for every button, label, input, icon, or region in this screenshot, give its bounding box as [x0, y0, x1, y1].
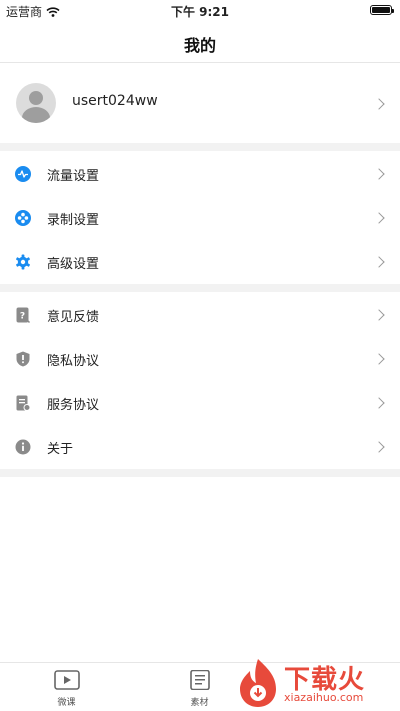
- gear-icon: [16, 254, 30, 270]
- chevron-right-icon: [373, 353, 385, 365]
- avatar-body: [22, 107, 50, 123]
- section-divider: [0, 469, 400, 477]
- avatar: [16, 83, 56, 123]
- info-icon: [15, 439, 31, 455]
- menu-item-label: 录制设置: [47, 213, 100, 228]
- chevron-right-icon: [373, 441, 385, 453]
- profile-row[interactable]: usert024ww: [0, 63, 400, 143]
- tab-micro-course[interactable]: 微课: [0, 663, 133, 711]
- privacy-shield-icon: [16, 351, 30, 367]
- menu-item-label: 意见反馈: [47, 310, 100, 325]
- chevron-right-icon: [373, 212, 385, 224]
- chevron-right-icon: [373, 168, 385, 180]
- traffic-icon: [15, 166, 31, 182]
- feedback-icon: ?: [16, 307, 31, 323]
- record-icon: [15, 210, 31, 226]
- menu-item-label: 高级设置: [47, 257, 100, 272]
- avatar-head: [29, 91, 43, 105]
- menu-item-record-settings[interactable]: 录制设置: [0, 196, 400, 240]
- menu-item-label: 服务协议: [47, 398, 100, 413]
- chevron-right-icon: [373, 98, 385, 110]
- nav-bar: 我的: [0, 22, 400, 63]
- menu-item-label: 关于: [47, 442, 74, 457]
- section-divider: [0, 284, 400, 292]
- username: usert024ww: [72, 93, 158, 109]
- menu-item-about[interactable]: 关于: [0, 425, 400, 469]
- menu-item-label: 隐私协议: [47, 354, 100, 369]
- svg-text:?: ?: [20, 312, 25, 322]
- chevron-right-icon: [373, 309, 385, 321]
- material-icon: [190, 670, 210, 690]
- battery-icon: [370, 5, 394, 15]
- status-bar: 运营商 下午 9:21: [0, 0, 400, 22]
- menu-item-service-agreement[interactable]: 服务协议: [0, 381, 400, 425]
- watermark: 下载火 xiazaihuo.com: [236, 655, 400, 710]
- menu-item-label: 流量设置: [47, 169, 100, 184]
- tab-label: 微课: [57, 698, 76, 708]
- video-icon: [54, 670, 80, 690]
- service-doc-icon: [16, 395, 31, 411]
- page-title: 我的: [183, 36, 216, 55]
- status-time: 下午 9:21: [170, 5, 230, 19]
- watermark-url: xiazaihuo.com: [284, 691, 364, 704]
- menu-item-privacy-policy[interactable]: 隐私协议: [0, 337, 400, 381]
- menu-item-advanced-settings[interactable]: 高级设置: [0, 240, 400, 284]
- flame-logo-icon: [240, 659, 276, 707]
- chevron-right-icon: [373, 256, 385, 268]
- section-divider: [0, 143, 400, 151]
- menu-item-feedback[interactable]: ? 意见反馈: [0, 293, 400, 337]
- chevron-right-icon: [373, 397, 385, 409]
- menu-item-traffic-settings[interactable]: 流量设置: [0, 152, 400, 196]
